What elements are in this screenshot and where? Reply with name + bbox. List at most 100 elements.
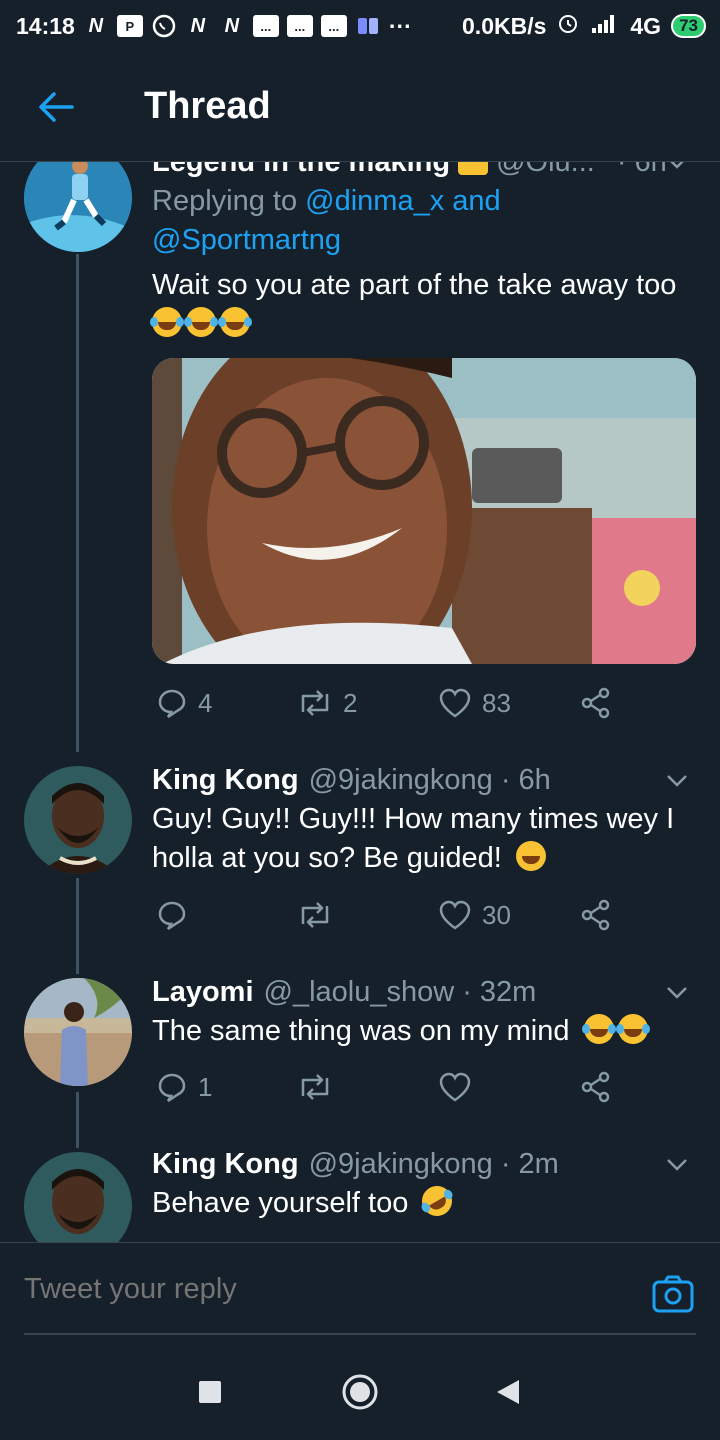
share-button[interactable]	[580, 1071, 612, 1103]
whatsapp-icon	[151, 14, 177, 38]
laughing-tears-emoji-icon	[615, 1014, 648, 1044]
tweet[interactable]: King Kong @9jakingkong · 6h Guy! Guy!! G…	[152, 760, 696, 878]
pencil-emoji-icon	[458, 162, 489, 175]
tweet-actions: 1	[152, 1067, 622, 1107]
notification-icon: N	[88, 14, 104, 37]
author-name[interactable]: Layomi	[152, 976, 254, 1009]
reply-count: 1	[198, 1071, 213, 1102]
share-button[interactable]	[580, 687, 612, 719]
author-handle[interactable]: @9jakingkong	[309, 764, 493, 797]
tweet-actions: 4 2 83	[152, 683, 622, 723]
laughing-tears-emoji-icon	[581, 1014, 614, 1044]
retweet-icon	[301, 1074, 329, 1100]
reply-prefix: Replying to	[152, 185, 298, 217]
page-title: Thread	[144, 85, 271, 127]
recents-button[interactable]	[190, 1372, 230, 1412]
tweet-photo[interactable]	[152, 358, 696, 664]
like-button[interactable]: 83	[438, 687, 511, 719]
retweet-button[interactable]	[297, 1072, 343, 1102]
circle-icon	[342, 1374, 378, 1410]
author-name[interactable]: King Kong	[152, 1148, 299, 1181]
author-name[interactable]: Legend in the making	[152, 162, 450, 179]
message-icon: ...	[320, 15, 347, 37]
thread-feed[interactable]: Legend in the making @Olu... · 6h Replyi…	[0, 162, 720, 1242]
tweet-body: Guy! Guy!! Guy!!! How many times wey I h…	[152, 800, 696, 878]
reply-button[interactable]: 1	[156, 1071, 212, 1103]
notification-icon: N	[224, 14, 240, 37]
triangle-back-icon	[497, 1380, 519, 1404]
avatar[interactable]	[24, 1152, 132, 1242]
author-handle[interactable]: @_laolu_show	[264, 976, 455, 1009]
status-time: 14:18	[16, 12, 75, 39]
mention-link[interactable]: @Sportmartng	[152, 224, 341, 256]
camera-icon[interactable]	[652, 1275, 694, 1313]
tweet[interactable]: Layomi @_laolu_show · 32m The same thing…	[152, 972, 696, 1051]
book-icon	[355, 14, 381, 38]
chevron-down-icon[interactable]	[662, 1144, 692, 1184]
retweet-button[interactable]: 2	[297, 688, 357, 719]
avatar[interactable]	[24, 978, 132, 1086]
tweet[interactable]: Legend in the making @Olu... · 6h Replyi…	[150, 162, 696, 664]
message-icon: ...	[252, 15, 279, 37]
thread-connector	[76, 878, 79, 974]
mention-link[interactable]: @dinma_x	[305, 185, 444, 217]
reply-composer	[0, 1242, 720, 1342]
notification-icon: N	[190, 14, 206, 37]
avatar[interactable]	[24, 766, 132, 874]
share-button[interactable]	[580, 899, 612, 931]
input-underline	[24, 1333, 696, 1335]
heart-icon	[439, 900, 471, 930]
arrow-left-icon	[39, 91, 74, 122]
reply-button[interactable]	[156, 899, 198, 931]
tweet-text: Behave yourself too	[152, 1187, 409, 1219]
chevron-down-icon[interactable]	[662, 972, 692, 1012]
retweet-count: 2	[343, 687, 358, 718]
chevron-down-icon[interactable]	[662, 760, 692, 800]
share-icon	[581, 899, 610, 931]
tweet-body: The same thing was on my mind	[152, 1012, 696, 1051]
network-type: 4G	[630, 12, 662, 39]
app-header: Thread	[0, 52, 720, 162]
retweet-icon	[301, 690, 329, 716]
tweet-text: The same thing was on my mind	[152, 1015, 570, 1047]
message-icon: ...	[286, 15, 313, 37]
replying-to: Replying to @dinma_x and @Sportmartng	[152, 182, 696, 260]
reply-button[interactable]: 4	[156, 687, 212, 719]
home-button[interactable]	[340, 1372, 380, 1412]
reply-count: 4	[198, 687, 213, 718]
tweet-text: Guy! Guy!! Guy!!! How many times wey I h…	[152, 803, 675, 874]
laughing-tears-emoji-icon	[184, 307, 216, 337]
back-nav-button[interactable]	[488, 1372, 528, 1412]
alarm-icon	[556, 11, 580, 41]
comment-icon	[158, 689, 186, 719]
tweet-time: · 6h	[500, 763, 551, 796]
chevron-down-icon[interactable]	[662, 162, 692, 182]
tweet-text: Wait so you ate part of the take away to…	[152, 269, 677, 301]
like-button[interactable]: 30	[438, 899, 511, 931]
like-count: 30	[482, 899, 511, 930]
back-button[interactable]	[20, 71, 92, 143]
heart-icon	[439, 1072, 471, 1102]
share-icon	[581, 687, 610, 719]
author-handle[interactable]: @9jakingkong	[309, 1148, 493, 1181]
tweet-time: · 6h	[617, 162, 667, 179]
tweet-actions: 30	[152, 895, 622, 935]
share-icon	[581, 1071, 610, 1103]
laughing-tears-emoji-icon	[150, 307, 182, 337]
heart-icon	[439, 688, 471, 718]
reply-and: and	[452, 185, 501, 217]
like-count: 83	[482, 687, 511, 718]
comment-icon	[158, 901, 186, 931]
author-handle[interactable]: @Olu...	[496, 162, 595, 179]
status-bar: 14:18 N P N N ... ... ... ··· 0.0KB/s 4G…	[0, 0, 720, 52]
retweet-button[interactable]	[297, 900, 343, 930]
reply-input[interactable]	[24, 1273, 624, 1306]
notification-icon: P	[116, 15, 143, 37]
avatar[interactable]	[24, 162, 132, 252]
author-name[interactable]: King Kong	[152, 764, 299, 797]
system-nav-bar	[0, 1344, 720, 1440]
tweet-time: · 2m	[500, 1147, 559, 1180]
tweet[interactable]: King Kong @9jakingkong · 2m Behave yours…	[152, 1144, 696, 1223]
like-button[interactable]	[438, 1071, 482, 1103]
net-speed: 0.0KB/s	[462, 12, 547, 39]
